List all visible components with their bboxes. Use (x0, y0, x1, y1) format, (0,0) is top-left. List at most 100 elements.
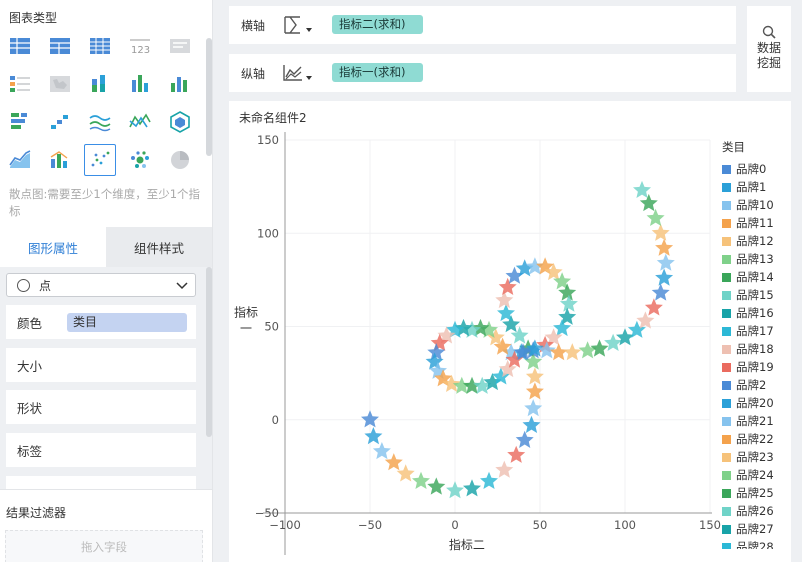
scatter-point[interactable] (655, 268, 674, 286)
scatter-point[interactable] (549, 343, 568, 361)
filter-drop-zone[interactable]: 拖入字段 (5, 530, 203, 562)
legend-item[interactable]: 品牌18 (722, 340, 790, 358)
property-panel: 点 颜色 类目 大小 形状 标签 (0, 267, 212, 489)
legend-item[interactable]: 品牌24 (722, 466, 790, 484)
legend-item[interactable]: 品牌1 (722, 178, 790, 196)
label-row[interactable]: 标签 (6, 433, 196, 467)
scatter-point[interactable] (578, 341, 597, 359)
scatter-plot[interactable]: −100 −50 0 50 100 150−50050100150指标二指标一 (229, 101, 791, 562)
legend-item[interactable]: 品牌12 (722, 232, 790, 250)
stacked-bar-icon[interactable] (84, 68, 116, 100)
legend-item[interactable]: 品牌28 (722, 538, 790, 549)
shape-row[interactable]: 形状 (6, 390, 196, 424)
scatter-point[interactable] (639, 193, 658, 212)
bar-chart-icon[interactable] (164, 68, 196, 100)
label-label: 标签 (17, 443, 43, 459)
y-axis-field-pill[interactable]: 指标一(求和) (332, 63, 423, 82)
legend-list-icon[interactable] (4, 68, 36, 100)
legend-item[interactable]: 品牌13 (722, 250, 790, 268)
scatter-point[interactable] (646, 208, 665, 226)
tab-graph-properties[interactable]: 图形属性 (0, 227, 106, 267)
range-bar-icon[interactable] (4, 106, 36, 138)
scatter-point[interactable] (525, 367, 544, 385)
scatter-point[interactable] (655, 238, 674, 256)
chevron-down-icon (175, 278, 189, 295)
legend-item[interactable]: 品牌23 (722, 448, 790, 466)
kpi-number-icon[interactable]: 123 (124, 30, 156, 62)
legend-item[interactable]: 品牌2 (722, 376, 790, 394)
legend-item[interactable]: 品牌26 (722, 502, 790, 520)
scatter-point[interactable] (480, 471, 498, 489)
legend-item[interactable]: 品牌17 (722, 322, 790, 340)
scatter-point[interactable] (651, 283, 670, 301)
scatter-point[interactable] (396, 464, 415, 482)
legend-item[interactable]: 品牌20 (722, 394, 790, 412)
area-line-icon[interactable] (4, 144, 36, 176)
map-icon[interactable] (44, 68, 76, 100)
x-axis-field-pill[interactable]: 指标二(求和) (332, 15, 423, 34)
data-mining-button[interactable]: 数据 挖掘 (747, 6, 791, 92)
wave-line-icon[interactable] (84, 106, 116, 138)
scatter-point[interactable] (412, 471, 430, 489)
legend-swatch (722, 488, 731, 498)
y-tick-label: 150 (257, 133, 279, 147)
legend-item[interactable]: 品牌14 (722, 268, 790, 286)
property-scrollbar[interactable] (206, 267, 212, 437)
scatter-point[interactable] (364, 427, 383, 445)
pie-icon[interactable] (164, 144, 196, 176)
legend-item[interactable]: 品牌11 (722, 214, 790, 232)
legend-item[interactable]: 品牌16 (722, 304, 790, 322)
tab-component-style[interactable]: 组件样式 (106, 227, 212, 267)
size-row[interactable]: 大小 (6, 348, 196, 382)
y-tick-label: −50 (255, 506, 279, 520)
svg-text:123: 123 (131, 45, 150, 56)
line-chart-icon[interactable] (282, 61, 312, 85)
sort-icon[interactable] (282, 13, 312, 37)
scatter-point[interactable] (656, 253, 675, 271)
scatter-icon[interactable] (84, 144, 116, 176)
tooltip-row[interactable] (6, 476, 196, 489)
legend-label: 品牌20 (736, 396, 774, 410)
legend-item[interactable]: 品牌22 (722, 430, 790, 448)
bubble-icon[interactable] (124, 144, 156, 176)
scatter-point[interactable] (651, 223, 670, 241)
legend-item[interactable]: 品牌25 (722, 484, 790, 502)
scatter-point[interactable] (522, 415, 541, 433)
scatter-point[interactable] (384, 453, 403, 471)
chart-type-hint: 散点图:需要至少1个维度，至少1个指标 (9, 187, 201, 218)
color-row[interactable]: 颜色 类目 (6, 305, 196, 339)
combo-chart-icon[interactable] (44, 144, 76, 176)
legend-item[interactable]: 品牌27 (722, 520, 790, 538)
chart-type-scrollbar[interactable] (206, 38, 212, 156)
scatter-point[interactable] (644, 298, 663, 316)
scatter-point[interactable] (515, 430, 534, 448)
detail-table-icon[interactable] (84, 30, 116, 62)
scatter-point[interactable] (590, 339, 609, 357)
scatter-point[interactable] (507, 445, 526, 463)
step-chart-icon[interactable] (44, 106, 76, 138)
y-axis-title: 指标 (234, 305, 258, 320)
scatter-point[interactable] (563, 343, 582, 361)
legend-item[interactable]: 品牌10 (722, 196, 790, 214)
scatter-point[interactable] (463, 479, 481, 497)
legend-item[interactable]: 品牌21 (722, 412, 790, 430)
legend-item[interactable]: 品牌15 (722, 286, 790, 304)
scatter-point[interactable] (525, 382, 544, 400)
legend-label: 品牌24 (736, 468, 774, 482)
mark-type-select[interactable]: 点 (6, 273, 196, 297)
column-chart-icon[interactable] (124, 68, 156, 100)
scatter-point[interactable] (372, 442, 391, 460)
funnel-icon[interactable] (164, 106, 196, 138)
scatter-point[interactable] (425, 352, 444, 370)
legend-swatch (722, 218, 731, 228)
scatter-point[interactable] (427, 477, 446, 495)
color-field-pill[interactable]: 类目 (67, 313, 187, 332)
scatter-point[interactable] (495, 460, 514, 478)
legend-item[interactable]: 品牌19 (722, 358, 790, 376)
y-tick-label: 0 (272, 413, 279, 427)
crosstab-icon[interactable] (44, 30, 76, 62)
legend-item[interactable]: 品牌0 (722, 160, 790, 178)
grouped-table-icon[interactable] (4, 30, 36, 62)
text-card-icon[interactable] (164, 30, 196, 62)
radar-line-icon[interactable] (124, 106, 156, 138)
